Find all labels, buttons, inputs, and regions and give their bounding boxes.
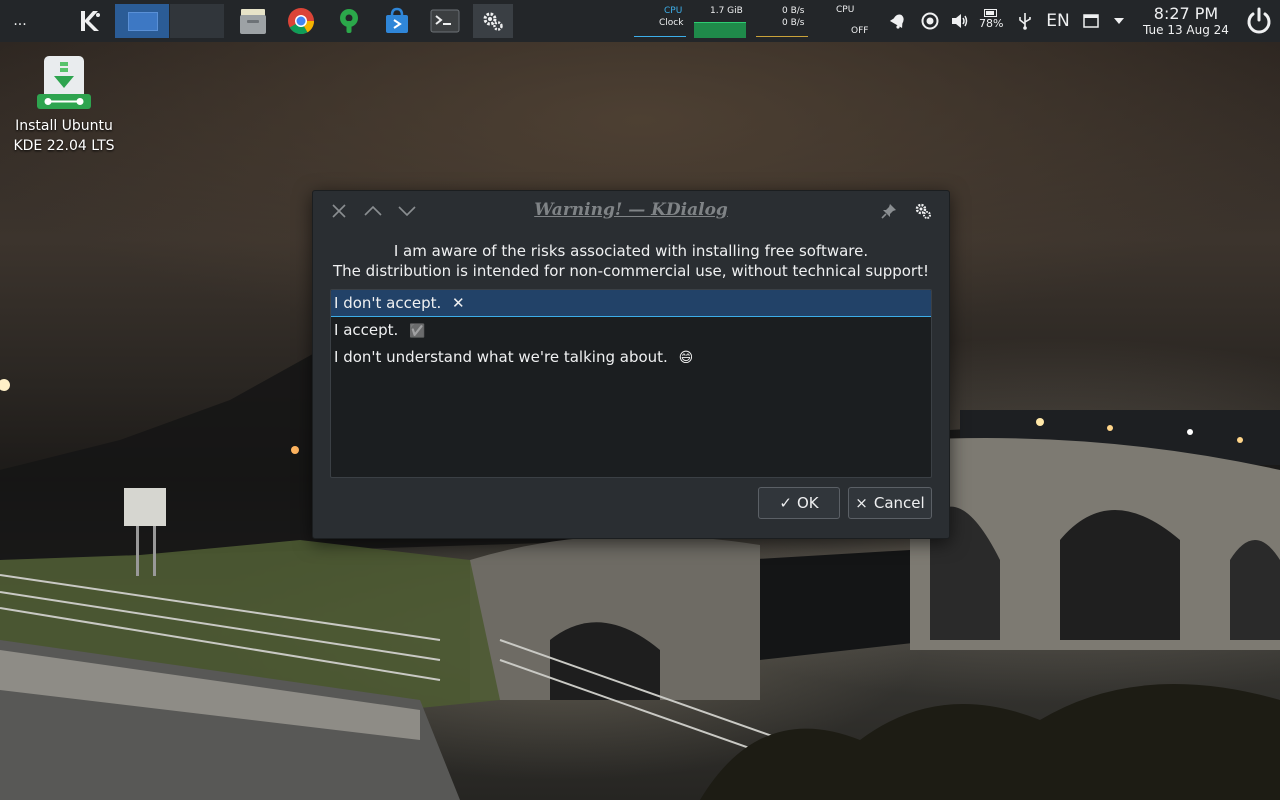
tray-volume[interactable] xyxy=(948,0,972,42)
battery-icon xyxy=(984,9,997,17)
top-panel: ... CPU Clock 1.7 GiB 0 B/s 0 B/s CPU OF… xyxy=(0,0,1280,42)
kdialog-window: Warning! — KDialog I am aware of the ris… xyxy=(312,190,950,539)
task-software-store[interactable] xyxy=(377,4,417,38)
tray-keyboard-layout[interactable]: EN xyxy=(1042,0,1074,42)
dialog-close-button[interactable] xyxy=(327,199,351,223)
memory-value: 1.7 GiB xyxy=(710,6,743,16)
kde-logo-icon xyxy=(81,11,100,31)
list-item-dont-accept[interactable]: I don't accept. ✕ xyxy=(331,290,931,317)
window-list-icon xyxy=(1083,14,1099,28)
list-item-label: I accept. xyxy=(334,321,399,339)
panel-overflow-button[interactable]: ... xyxy=(8,0,32,42)
store-bag-icon xyxy=(386,7,408,33)
cancel-button-label: Cancel xyxy=(873,494,925,512)
ok-button[interactable]: ✓ OK xyxy=(758,487,840,519)
dialog-message-line2: The distribution is intended for non-com… xyxy=(332,262,929,280)
dialog-menu-button[interactable] xyxy=(911,199,935,223)
dialog-maximize-button[interactable] xyxy=(361,199,385,223)
cross-mark-icon: ✕ xyxy=(452,294,465,312)
list-item-accept[interactable]: I accept. ✅ xyxy=(331,317,931,344)
clock-label: Clock xyxy=(659,18,684,28)
tray-clipboard[interactable] xyxy=(1080,0,1102,42)
dialog-title: Warning! — KDialog xyxy=(534,200,728,220)
chevron-down-icon xyxy=(398,206,416,216)
tray-usb[interactable] xyxy=(1014,0,1036,42)
tray-battery[interactable]: 78% xyxy=(976,0,1006,42)
net-down: 0 B/s xyxy=(782,18,805,28)
power-icon xyxy=(1247,7,1271,34)
clock-time: 8:27 PM xyxy=(1153,4,1219,23)
list-item-label: I don't accept. xyxy=(334,294,442,312)
battery-percent: 78% xyxy=(979,17,1004,30)
cancel-x-icon: × xyxy=(855,494,868,512)
task-file-manager[interactable] xyxy=(233,4,273,38)
list-item-dont-understand[interactable]: I don't understand what we're talking ab… xyxy=(331,344,931,371)
check-mark-icon: ✅ xyxy=(409,324,426,339)
clock-date: Tue 13 Aug 24 xyxy=(1143,23,1229,37)
smile-emoji-icon: 😄 xyxy=(678,350,694,366)
desktop-icon-install-ubuntu[interactable]: Install Ubuntu KDE 22.04 LTS xyxy=(6,54,122,156)
dialog-titlebar[interactable]: Warning! — KDialog xyxy=(313,191,949,231)
speaker-icon xyxy=(952,14,968,28)
pin-icon xyxy=(881,204,896,219)
wrench-gear-icon xyxy=(340,9,358,33)
dialog-pin-button[interactable] xyxy=(877,199,901,223)
pager-desktop-2[interactable] xyxy=(170,4,224,38)
file-manager-icon xyxy=(240,9,266,34)
task-chrome[interactable] xyxy=(281,4,321,38)
chevron-down-icon xyxy=(1114,18,1124,24)
chevron-up-icon xyxy=(364,206,382,216)
tray-updates[interactable] xyxy=(918,0,942,42)
application-launcher[interactable] xyxy=(72,0,108,42)
dialog-message-line1: I am aware of the risks associated with … xyxy=(393,242,869,260)
usb-icon xyxy=(1019,13,1031,30)
cancel-button[interactable]: × Cancel xyxy=(848,487,932,519)
cpu2-state: OFF xyxy=(851,26,869,36)
close-icon xyxy=(332,204,346,218)
dialog-minimize-button[interactable] xyxy=(395,199,419,223)
desktop-icon-label-line2: KDE 22.04 LTS xyxy=(13,138,115,154)
tray-notifications[interactable] xyxy=(886,0,910,42)
bell-icon xyxy=(890,14,904,29)
options-list[interactable]: I don't accept. ✕ I accept. ✅ I don't un… xyxy=(330,289,932,478)
ok-button-label: OK xyxy=(796,494,819,512)
installer-download-icon xyxy=(37,56,91,109)
power-button[interactable] xyxy=(1242,0,1276,42)
chrome-icon xyxy=(288,8,315,35)
net-up: 0 B/s xyxy=(782,6,805,16)
cpu-label: CPU xyxy=(664,6,683,16)
dialog-message: I am aware of the risks associated with … xyxy=(313,241,949,281)
list-item-label: I don't understand what we're talking ab… xyxy=(334,348,668,366)
desktop-icon-label-line1: Install Ubuntu xyxy=(15,118,113,134)
task-kdialog[interactable] xyxy=(473,4,513,38)
update-circle-icon xyxy=(921,12,939,30)
desktop-icon-label: Install Ubuntu KDE 22.04 LTS xyxy=(6,116,122,156)
task-software-updater[interactable] xyxy=(329,4,369,38)
gears-icon xyxy=(915,203,931,219)
pager-desktop-1[interactable] xyxy=(115,4,169,38)
terminal-icon xyxy=(430,9,460,33)
tray-expand[interactable] xyxy=(1108,0,1130,42)
cpu2-label: CPU xyxy=(836,5,855,15)
task-terminal[interactable] xyxy=(425,4,465,38)
check-icon: ✓ xyxy=(779,494,792,512)
gears-icon xyxy=(483,12,503,31)
